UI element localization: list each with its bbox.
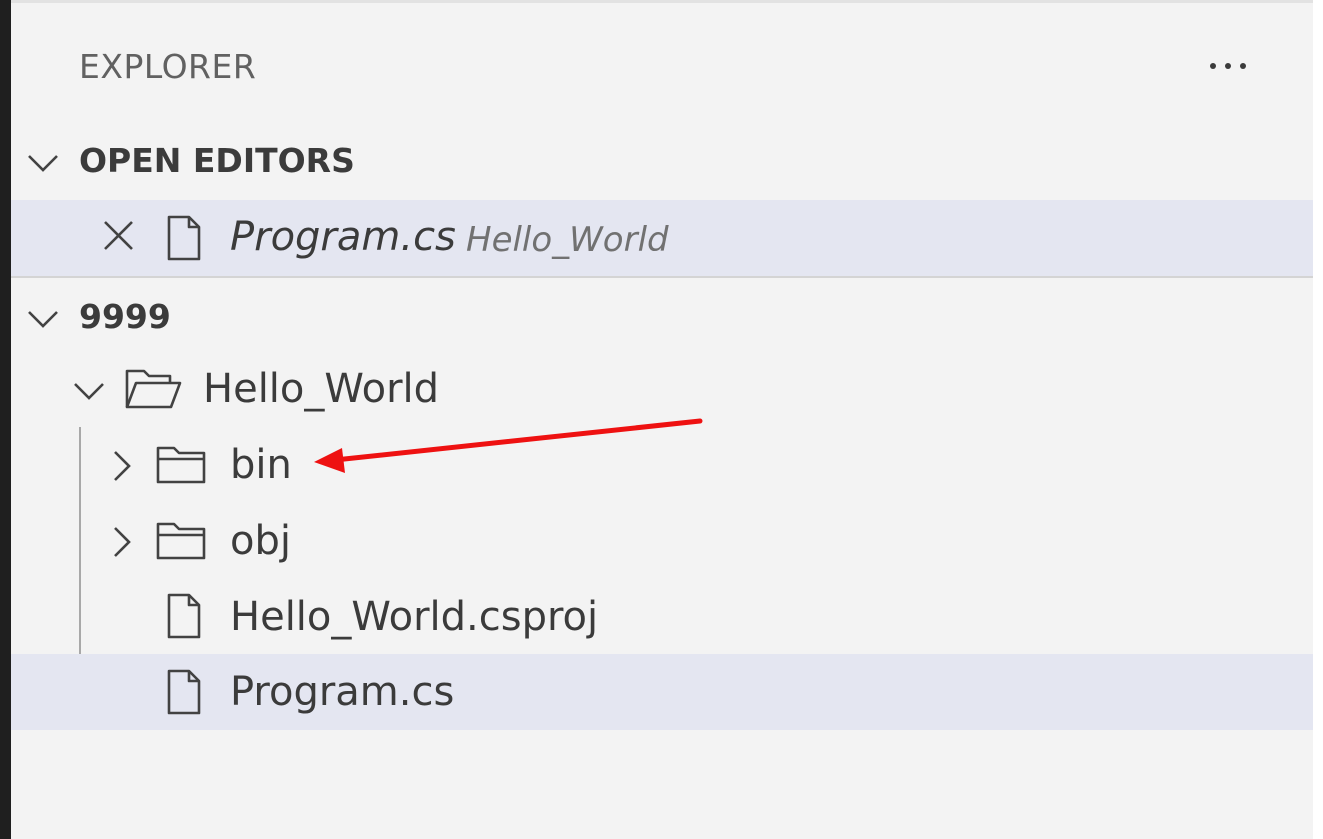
annotation-arrow — [314, 418, 703, 473]
